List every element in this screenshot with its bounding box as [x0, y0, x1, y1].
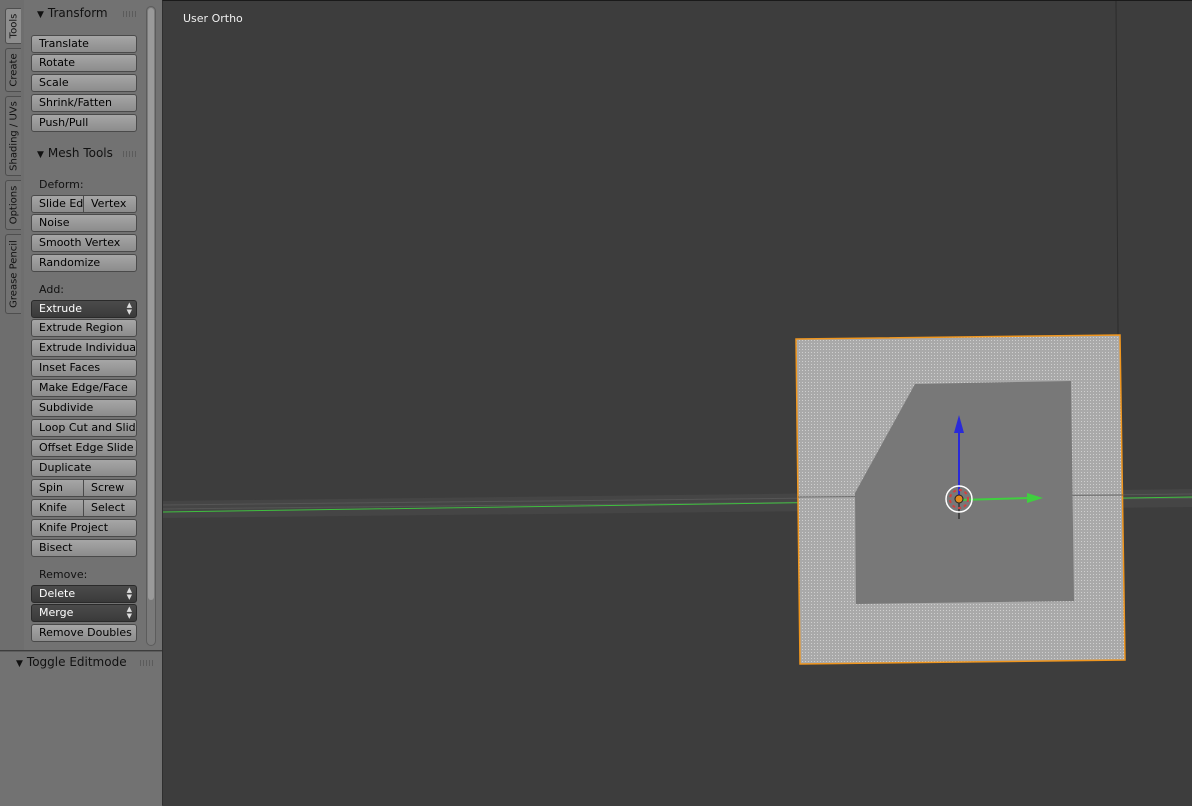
toggle-editmode-panel	[0, 651, 162, 806]
extrude-dropdown[interactable]: Extrude ▲ ▼	[31, 300, 137, 318]
slide-edge-button[interactable]: Slide Ed	[31, 195, 84, 213]
transform-panel-title: Transform	[47, 6, 108, 20]
tab-shading-uvs-label: Shading / UVs	[8, 101, 19, 171]
collapse-triangle-icon: ▼	[16, 659, 23, 669]
delete-dropdown[interactable]: Delete ▲ ▼	[31, 585, 137, 603]
tab-grease-pencil-label: Grease Pencil	[8, 240, 19, 308]
tab-tools-label: Tools	[8, 13, 19, 39]
merge-dropdown[interactable]: Merge ▲ ▼	[31, 604, 137, 622]
mesh-tools-panel-title: Mesh Tools	[47, 146, 113, 160]
screw-button[interactable]: Screw	[84, 479, 137, 497]
offset-edge-slide-button[interactable]: Offset Edge Slide	[31, 439, 137, 457]
smooth-vertex-button[interactable]: Smooth Vertex	[31, 234, 137, 252]
duplicate-button[interactable]: Duplicate	[31, 459, 137, 477]
delete-dropdown-value: Delete	[39, 587, 76, 600]
translate-button[interactable]: Translate	[31, 35, 137, 53]
randomize-button[interactable]: Randomize	[31, 254, 137, 272]
drag-grip-icon[interactable]	[140, 660, 154, 666]
bisect-button[interactable]: Bisect	[31, 539, 137, 557]
toggle-editmode-title: Toggle Editmode	[26, 655, 127, 669]
tool-shelf-tab-strip: Tools Create Shading / UVs Options Greas…	[0, 0, 25, 650]
merge-dropdown-value: Merge	[39, 606, 74, 619]
drag-grip-icon[interactable]	[123, 11, 137, 17]
tool-shelf-scrollbar-thumb[interactable]	[148, 8, 154, 600]
object-origin-icon	[954, 494, 964, 504]
loop-cut-and-slide-button[interactable]: Loop Cut and Slide	[31, 419, 137, 437]
knife-select-button[interactable]: Select	[84, 499, 137, 517]
collapse-triangle-icon: ▼	[37, 10, 44, 20]
tab-shading-uvs[interactable]: Shading / UVs	[5, 96, 21, 176]
tab-tools[interactable]: Tools	[5, 8, 21, 44]
rotate-button[interactable]: Rotate	[31, 54, 137, 72]
extrude-individual-button[interactable]: Extrude Individual	[31, 339, 137, 357]
add-label: Add:	[39, 283, 65, 296]
extrude-dropdown-value: Extrude	[39, 302, 83, 315]
tab-options[interactable]: Options	[5, 180, 21, 230]
remove-doubles-button[interactable]: Remove Doubles	[31, 624, 137, 642]
toggle-editmode-header[interactable]: ▼ Toggle Editmode	[16, 654, 127, 670]
extrude-region-button[interactable]: Extrude Region	[31, 319, 137, 337]
viewport-scene	[163, 1, 1192, 665]
updown-arrows-icon: ▲ ▼	[126, 605, 132, 620]
deform-label: Deform:	[39, 178, 84, 191]
knife-project-button[interactable]: Knife Project	[31, 519, 137, 537]
tab-grease-pencil[interactable]: Grease Pencil	[5, 234, 21, 314]
mesh-tools-panel-header[interactable]: ▼ Mesh Tools	[37, 145, 113, 161]
make-edge-face-button[interactable]: Make Edge/Face	[31, 379, 137, 397]
knife-button[interactable]: Knife	[31, 499, 84, 517]
scale-button[interactable]: Scale	[31, 74, 137, 92]
shrink-fatten-button[interactable]: Shrink/Fatten	[31, 94, 137, 112]
noise-button[interactable]: Noise	[31, 214, 137, 232]
updown-arrows-icon: ▲ ▼	[126, 586, 132, 601]
inset-faces-button[interactable]: Inset Faces	[31, 359, 137, 377]
subdivide-button[interactable]: Subdivide	[31, 399, 137, 417]
tab-create[interactable]: Create	[5, 48, 21, 92]
tab-create-label: Create	[8, 53, 19, 87]
updown-arrows-icon: ▲ ▼	[126, 301, 132, 316]
remove-label: Remove:	[39, 568, 88, 581]
tab-options-label: Options	[8, 185, 19, 225]
collapse-triangle-icon: ▼	[37, 150, 44, 160]
3d-viewport[interactable]: User Ortho	[162, 0, 1192, 805]
vertex-slide-button[interactable]: Vertex	[84, 195, 137, 213]
push-pull-button[interactable]: Push/Pull	[31, 114, 137, 132]
transform-panel-header[interactable]: ▼ Transform	[37, 5, 108, 21]
drag-grip-icon[interactable]	[123, 151, 137, 157]
spin-button[interactable]: Spin	[31, 479, 84, 497]
